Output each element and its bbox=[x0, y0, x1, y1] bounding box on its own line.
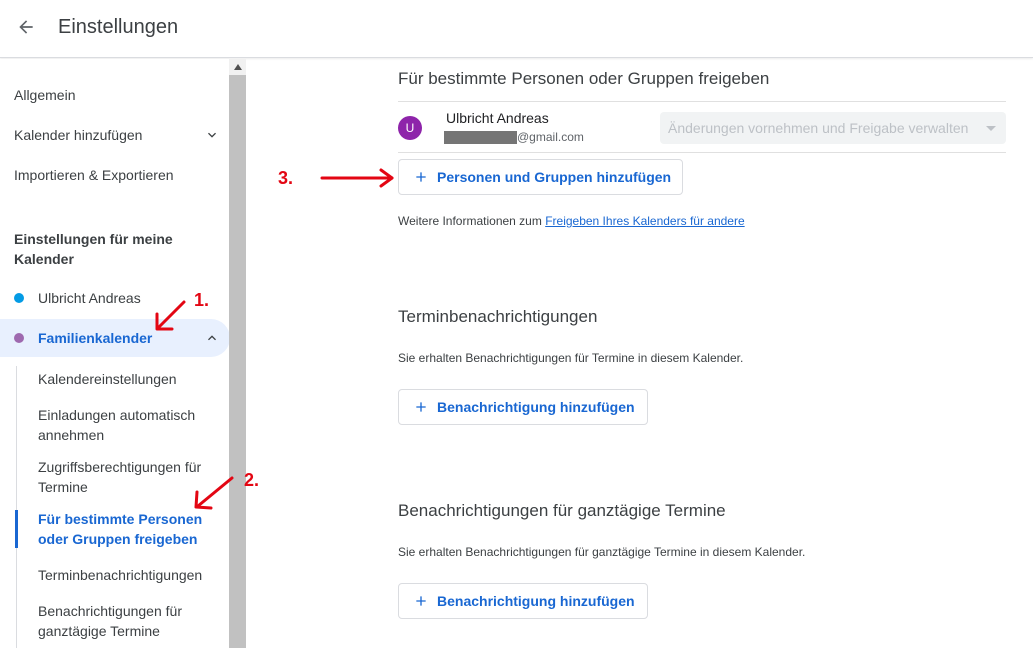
caret-up-icon bbox=[233, 64, 242, 70]
sidebar-item-add-calendar[interactable]: Kalender hinzufügen bbox=[14, 127, 142, 143]
calendar-color-dot bbox=[14, 293, 24, 303]
event-notifications-description: Sie erhalten Benachrichtigungen für Term… bbox=[398, 351, 744, 365]
back-button[interactable] bbox=[10, 11, 42, 43]
share-info-text: Weitere Informationen zum Freigeben Ihre… bbox=[398, 214, 745, 228]
scroll-up-button[interactable] bbox=[229, 59, 246, 75]
main-content: Für bestimmte Personen oder Gruppen frei… bbox=[246, 59, 1033, 648]
sidebar-calendar-familienkalender[interactable]: Familienkalender bbox=[0, 319, 230, 357]
top-bar: Einstellungen bbox=[0, 0, 1033, 58]
page-title: Einstellungen bbox=[58, 16, 179, 38]
chevron-up-icon[interactable] bbox=[204, 330, 220, 346]
sidebar-item-general[interactable]: Allgemein bbox=[14, 87, 75, 103]
subnav-item-share-specific[interactable]: Für bestimmte Personen oder Gruppen frei… bbox=[38, 509, 218, 549]
permission-select[interactable]: Änderungen vornehmen und Freigabe verwal… bbox=[660, 112, 1006, 144]
annotation-step-3: 3. bbox=[278, 168, 294, 188]
add-allday-notification-label: Benachrichtigung hinzufügen bbox=[437, 593, 635, 609]
person-email: @gmail.com bbox=[517, 130, 584, 144]
share-info-link[interactable]: Freigeben Ihres Kalenders für andere bbox=[545, 214, 744, 228]
annotation-step-2: 2. bbox=[244, 470, 260, 490]
plus-icon bbox=[416, 402, 426, 412]
calendar-label: Ulbricht Andreas bbox=[38, 290, 141, 306]
add-allday-notification-button[interactable]: Benachrichtigung hinzufügen bbox=[398, 583, 648, 619]
allday-notifications-title: Benachrichtigungen für ganztägige Termin… bbox=[398, 501, 726, 520]
person-name: Ulbricht Andreas bbox=[446, 110, 549, 126]
add-event-notification-label: Benachrichtigung hinzufügen bbox=[437, 399, 635, 415]
avatar: U bbox=[398, 116, 422, 140]
event-notifications-title: Terminbenachrichtigungen bbox=[398, 307, 598, 326]
add-event-notification-button[interactable]: Benachrichtigung hinzufügen bbox=[398, 389, 648, 425]
sidebar: Allgemein Kalender hinzufügen Importiere… bbox=[0, 59, 230, 648]
chevron-down-icon[interactable] bbox=[204, 127, 220, 143]
share-section-title: Für bestimmte Personen oder Gruppen frei… bbox=[398, 69, 770, 88]
subnav-selected-marker bbox=[15, 510, 18, 548]
redacted-email-block bbox=[444, 131, 517, 144]
subnav-item-allday-notifications[interactable]: Benachrichtigungen für ganztägige Termin… bbox=[38, 601, 218, 641]
subnav-item-event-notifications[interactable]: Terminbenachrichtigungen bbox=[38, 565, 218, 585]
annotation-step-1: 1. bbox=[194, 290, 210, 310]
plus-icon bbox=[416, 596, 426, 606]
calendar-label: Familienkalender bbox=[38, 330, 153, 346]
sidebar-item-import-export[interactable]: Importieren & Exportieren bbox=[14, 167, 174, 183]
share-info-prefix: Weitere Informationen zum bbox=[398, 214, 546, 228]
add-people-label: Personen und Gruppen hinzufügen bbox=[437, 169, 672, 185]
shared-person-row: U Ulbricht Andreas @gmail.com Änderungen… bbox=[398, 101, 1006, 153]
dropdown-caret-icon bbox=[986, 126, 996, 131]
arrow-back-icon bbox=[19, 20, 33, 34]
subnav-guide-line bbox=[16, 366, 17, 648]
allday-notifications-description: Sie erhalten Benachrichtigungen für ganz… bbox=[398, 545, 806, 559]
subnav-item-auto-accept[interactable]: Einladungen automatisch annehmen bbox=[38, 405, 218, 445]
calendar-color-dot bbox=[14, 333, 24, 343]
sidebar-scrollbar-thumb[interactable] bbox=[229, 75, 246, 648]
plus-icon bbox=[416, 172, 426, 182]
add-people-button[interactable]: Personen und Gruppen hinzufügen bbox=[398, 159, 683, 195]
sidebar-section-heading: Einstellungen für meine Kalender bbox=[14, 231, 173, 267]
subnav-item-calendar-settings[interactable]: Kalendereinstellungen bbox=[38, 369, 218, 389]
subnav-item-access-permissions[interactable]: Zugriffsberechtigungen für Termine bbox=[38, 457, 218, 497]
permission-select-value: Änderungen vornehmen und Freigabe verwal… bbox=[668, 120, 969, 136]
